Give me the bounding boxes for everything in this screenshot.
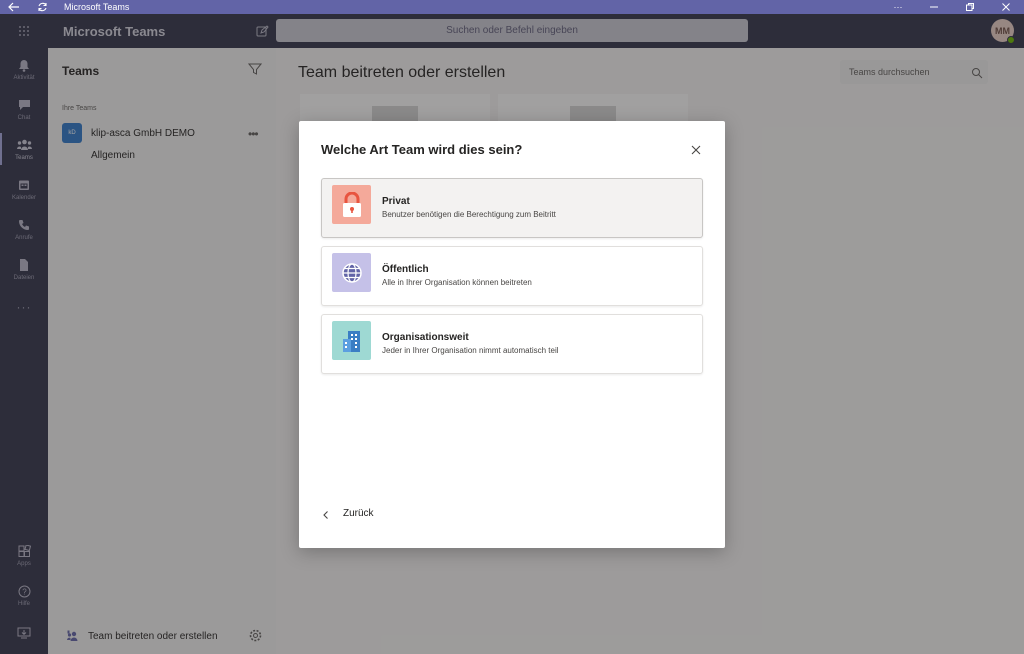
- chevron-left-icon: [321, 507, 333, 519]
- option-description: Jeder in Ihrer Organisation nimmt automa…: [382, 346, 559, 355]
- window-controls: ···: [880, 0, 1024, 14]
- title-bar: Microsoft Teams ···: [0, 0, 1024, 14]
- back-button[interactable]: Zurück: [321, 504, 374, 522]
- dialog-title: Welche Art Team wird dies sein?: [321, 142, 523, 157]
- restore-icon[interactable]: [952, 0, 988, 14]
- back-arrow-icon[interactable]: [0, 0, 28, 14]
- globe-icon: [332, 253, 371, 292]
- option-description: Benutzer benötigen die Berechtigung zum …: [382, 210, 556, 219]
- more-options-icon[interactable]: ···: [880, 0, 916, 14]
- option-title: Öffentlich: [382, 264, 429, 275]
- close-icon[interactable]: [691, 142, 703, 155]
- option-org-wide[interactable]: Organisationsweit Jeder in Ihrer Organis…: [321, 314, 703, 374]
- close-window-icon[interactable]: [988, 0, 1024, 14]
- option-private[interactable]: Privat Benutzer benötigen die Berechtigu…: [321, 178, 703, 238]
- building-icon: [332, 321, 371, 360]
- lock-icon: [332, 185, 371, 224]
- back-label: Zurück: [343, 507, 374, 519]
- option-description: Alle in Ihrer Organisation können beitre…: [382, 278, 532, 287]
- window-title: Microsoft Teams: [64, 2, 130, 12]
- option-title: Organisationsweit: [382, 332, 469, 343]
- team-type-dialog: Welche Art Team wird dies sein? Privat B…: [299, 121, 725, 548]
- refresh-icon[interactable]: [28, 0, 56, 14]
- option-public[interactable]: Öffentlich Alle in Ihrer Organisation kö…: [321, 246, 703, 306]
- minimize-icon[interactable]: [916, 0, 952, 14]
- option-title: Privat: [382, 196, 410, 207]
